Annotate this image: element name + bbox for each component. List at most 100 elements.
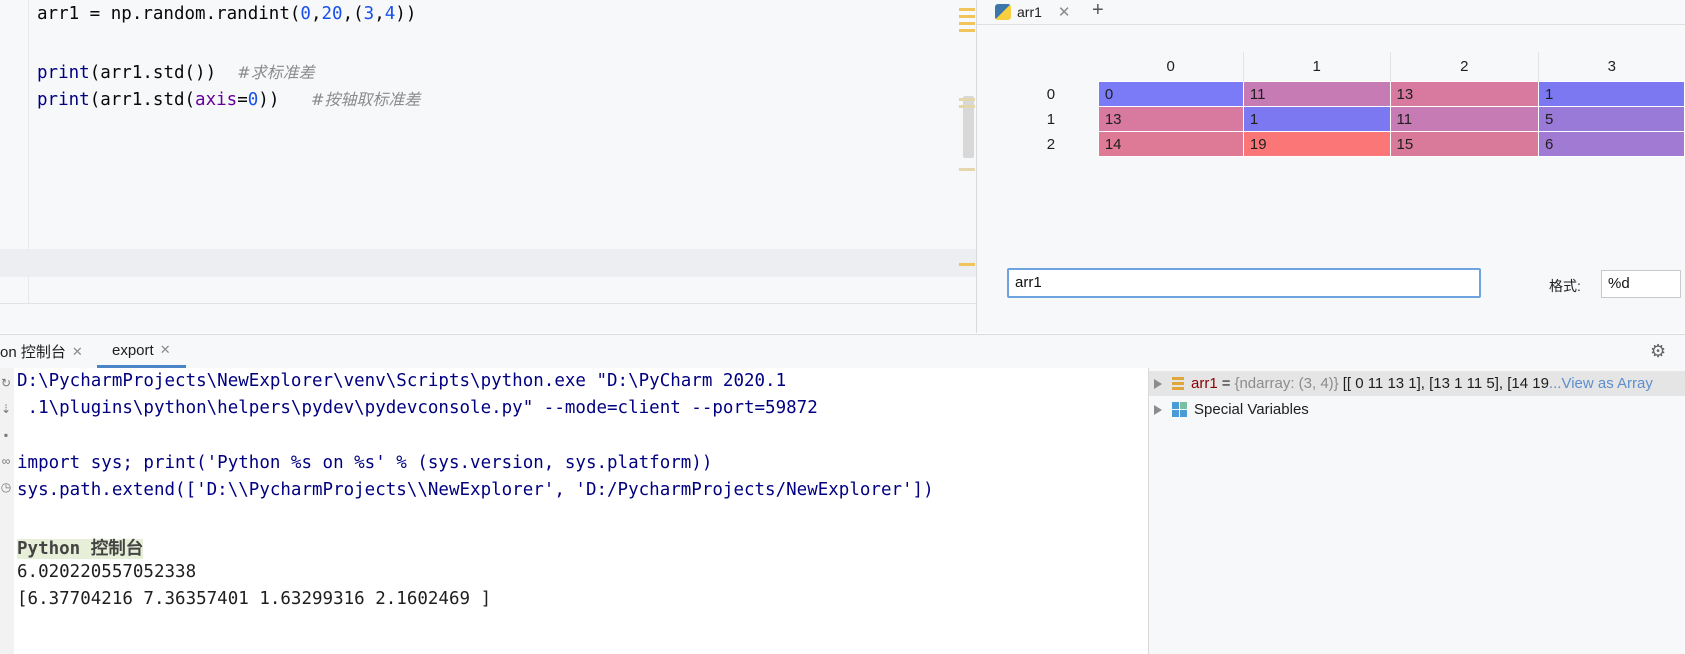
code-line-4[interactable]: print(arr1.std(axis=0)) #按轴取标准差	[37, 86, 420, 110]
grid-cell[interactable]: 13	[1389, 81, 1540, 107]
viewer-tab-label: arr1	[1017, 4, 1042, 20]
column-header[interactable]: 1	[1243, 52, 1391, 82]
code-builtin: print	[37, 63, 90, 83]
grid-cell[interactable]: 19	[1242, 131, 1391, 157]
column-header[interactable]: 0	[1098, 52, 1244, 82]
row-header[interactable]: 0	[1004, 82, 1098, 107]
warning-stripe-marker[interactable]	[959, 8, 975, 11]
rerun-icon[interactable]: ↻	[0, 376, 12, 390]
console-output-line: 6.020220557052338	[17, 562, 197, 582]
variable-equals: =	[1221, 375, 1231, 392]
add-tab-icon[interactable]: +	[1092, 0, 1104, 22]
grid-row: 1 13 1 11 5	[1004, 106, 1685, 132]
current-line-highlight	[0, 249, 976, 277]
code-number: 20	[321, 4, 343, 24]
variable-type: {ndarray: (3, 4)}	[1234, 375, 1339, 392]
expression-input[interactable]: arr1	[1007, 268, 1481, 298]
console-tab-bar: on 控制台 ✕ export ✕ ⚙	[0, 334, 1685, 369]
close-icon[interactable]: ✕	[72, 344, 83, 360]
grid-cell[interactable]: 5	[1538, 106, 1685, 132]
grid-corner	[1004, 52, 1098, 82]
python-console-output[interactable]: ↻ ⇣ ▪ ∞ ◷ D:\PycharmProjects\NewExplorer…	[0, 368, 1148, 654]
console-toolbar: ↻ ⇣ ▪ ∞ ◷	[0, 368, 14, 654]
warning-stripe-marker[interactable]	[959, 105, 975, 108]
code-text: (arr1.std())	[89, 63, 238, 83]
grid-cell[interactable]: 14	[1097, 131, 1244, 157]
row-header[interactable]: 1	[1004, 107, 1098, 132]
tab-export[interactable]: export ✕	[97, 335, 186, 368]
array-grid: 0 1 2 3 0 0 11 13 1 1 13 1 11 5 2 14 19 …	[1004, 52, 1685, 157]
grid-cell[interactable]: 0	[1097, 81, 1244, 107]
grid-cell[interactable]: 11	[1242, 81, 1391, 107]
console-banner-text: Python 控制台	[17, 539, 144, 559]
link-icon[interactable]: ∞	[0, 454, 12, 468]
expand-arrow-icon[interactable]	[1154, 404, 1162, 415]
tab-python-console[interactable]: on 控制台 ✕	[0, 335, 83, 368]
viewer-tab-bar: arr1 ✕ +	[977, 0, 1685, 25]
gear-icon[interactable]: ⚙	[1650, 341, 1666, 362]
console-command-line: .1\plugins\python\helpers\pydev\pydevcon…	[17, 398, 818, 418]
console-command-line: sys.path.extend(['D:\\PycharmProjects\\N…	[17, 480, 934, 500]
code-number: 0	[300, 4, 311, 24]
variable-value: [[ 0 11 13 1], [13 1 11 5], [14 19	[1342, 375, 1549, 392]
tab-label: export	[112, 341, 154, 359]
warning-stripe-marker[interactable]	[959, 29, 975, 32]
editor-bottom-divider	[0, 303, 976, 304]
special-variables-icon	[1172, 402, 1187, 417]
code-keyword-arg: axis	[195, 90, 238, 110]
code-comment: #按轴取标准差	[310, 90, 421, 109]
variables-panel: arr1 = {ndarray: (3, 4)} [[ 0 11 13 1], …	[1148, 368, 1685, 654]
grid-cell[interactable]: 11	[1389, 106, 1540, 132]
console-banner: Python 控制台	[17, 535, 144, 560]
print-icon[interactable]: ▪	[0, 428, 12, 442]
code-comment: #求标准差	[237, 63, 315, 82]
viewer-tab-arr1[interactable]: arr1 ✕	[995, 0, 1070, 24]
code-text: ,	[310, 4, 322, 24]
console-command-line: D:\PycharmProjects\NewExplorer\venv\Scri…	[17, 371, 787, 391]
warning-stripe-marker[interactable]	[959, 263, 975, 266]
code-line-3[interactable]: print(arr1.std()) #求标准差	[37, 59, 315, 83]
code-text: =	[237, 90, 248, 110]
expand-arrow-icon[interactable]	[1154, 378, 1162, 389]
special-variables-label: Special Variables	[1194, 401, 1309, 418]
tab-label: on 控制台	[0, 344, 66, 361]
grid-cell[interactable]: 15	[1389, 131, 1540, 157]
column-header[interactable]: 3	[1539, 52, 1685, 82]
row-header[interactable]: 2	[1004, 132, 1098, 157]
code-number: 3	[363, 4, 375, 24]
code-text: (arr1.std(	[89, 90, 196, 110]
grid-row: 0 0 11 13 1	[1004, 81, 1685, 107]
close-icon[interactable]: ✕	[160, 342, 171, 358]
grid-row: 2 14 19 15 6	[1004, 131, 1685, 157]
grid-cell[interactable]: 13	[1097, 106, 1244, 132]
close-icon[interactable]: ✕	[1058, 3, 1071, 21]
grid-cell[interactable]: 6	[1538, 131, 1685, 157]
view-as-array-link[interactable]: ...View as Array	[1549, 375, 1653, 392]
python-icon	[995, 4, 1011, 20]
code-text: ))	[258, 90, 311, 110]
code-builtin: print	[37, 90, 90, 110]
variable-row-arr1[interactable]: arr1 = {ndarray: (3, 4)} [[ 0 11 13 1], …	[1149, 371, 1685, 396]
code-editor[interactable]: arr1 = np.random.randint(0,20,(3,4)) pri…	[0, 0, 977, 333]
scroll-down-icon[interactable]: ⇣	[0, 402, 12, 416]
history-icon[interactable]: ◷	[0, 480, 12, 494]
warning-stripe-marker[interactable]	[959, 168, 975, 171]
variable-name: arr1	[1191, 375, 1218, 392]
column-header[interactable]: 2	[1390, 52, 1540, 82]
code-text: ,(	[342, 4, 364, 24]
warning-stripe-marker[interactable]	[959, 98, 975, 101]
grid-cell[interactable]: 1	[1538, 81, 1685, 107]
warning-stripe-marker[interactable]	[959, 15, 975, 18]
grid-cell[interactable]: 1	[1242, 106, 1391, 132]
code-number: 4	[384, 4, 396, 24]
code-number: 0	[247, 90, 259, 110]
console-output-line: [6.37704216 7.36357401 1.63299316 2.1602…	[17, 589, 492, 609]
format-input[interactable]: %d	[1601, 270, 1681, 298]
code-line-1[interactable]: arr1 = np.random.randint(0,20,(3,4))	[37, 4, 416, 24]
code-text: arr1 = np.random.randint(	[37, 4, 301, 24]
data-viewer-panel: arr1 ✕ + 0 1 2 3 0 0 11 13 1 1 13 1 11 5…	[977, 0, 1685, 333]
ndarray-icon	[1172, 376, 1184, 391]
format-label: 格式:	[1549, 278, 1581, 294]
variable-row-special[interactable]: Special Variables	[1149, 397, 1685, 422]
warning-stripe-marker[interactable]	[959, 22, 975, 25]
